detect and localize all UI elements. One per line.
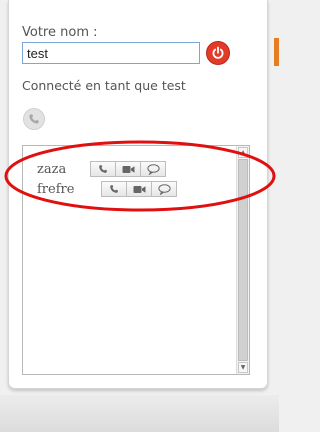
user-name: frefre — [37, 182, 75, 197]
chat-button[interactable] — [140, 161, 166, 177]
scroll-up-arrow[interactable]: ▲ — [238, 147, 248, 158]
name-input[interactable] — [22, 42, 200, 64]
video-call-button[interactable] — [126, 181, 152, 197]
disconnect-button[interactable] — [206, 41, 230, 65]
name-label: Votre nom : — [22, 25, 98, 40]
video-camera-icon — [133, 185, 145, 193]
list-item: frefre — [37, 181, 207, 199]
call-button[interactable] — [23, 108, 45, 130]
scrollbar[interactable]: ▲ ▼ — [236, 146, 249, 374]
chat-bubble-icon — [146, 163, 160, 175]
user-list[interactable]: ▲ ▼ zaza frefre — [22, 145, 250, 375]
phone-icon — [99, 165, 107, 173]
call-user-button[interactable] — [101, 181, 127, 197]
list-item: zaza — [37, 161, 187, 179]
connection-status: Connecté en tant que test — [22, 78, 186, 93]
call-user-button[interactable] — [90, 161, 116, 177]
chat-bubble-icon — [157, 183, 171, 195]
user-name: zaza — [37, 162, 67, 177]
page-background — [0, 395, 279, 432]
chat-button[interactable] — [151, 181, 177, 197]
video-call-button[interactable] — [115, 161, 141, 177]
video-camera-icon — [122, 165, 134, 173]
power-icon — [212, 46, 224, 59]
phone-icon — [110, 185, 118, 193]
side-tab[interactable] — [274, 38, 279, 66]
scroll-down-arrow[interactable]: ▼ — [238, 362, 248, 373]
phone-icon — [29, 114, 39, 124]
scroll-thumb[interactable] — [238, 159, 248, 361]
